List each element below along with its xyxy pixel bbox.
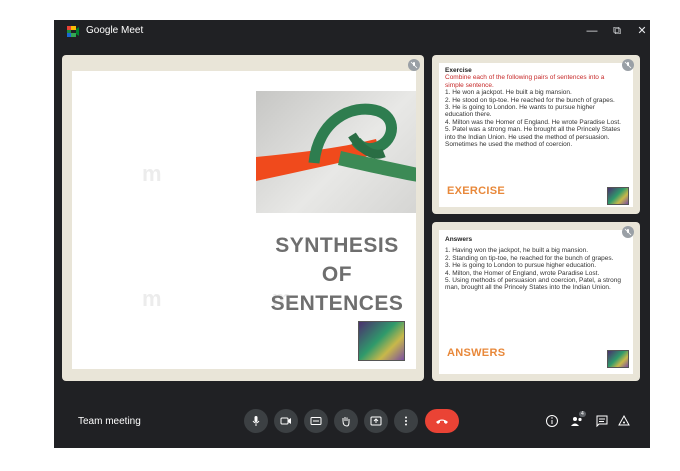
title-bar: Google Meet — ⧉ ✕ — [54, 20, 650, 44]
exercise-slide: Exercise Combine each of the following p… — [439, 63, 633, 207]
muted-mic-icon — [408, 59, 420, 71]
muted-mic-icon — [622, 59, 634, 71]
end-call-button[interactable] — [425, 409, 459, 433]
muted-mic-icon — [622, 226, 634, 238]
mic-icon — [252, 416, 260, 426]
exercise-label: EXERCISE — [447, 185, 506, 197]
participant-count-badge: 4 — [579, 411, 586, 417]
google-meet-logo-icon — [67, 26, 79, 37]
slide-decoration-image — [358, 321, 405, 361]
exercise-item: 2. He stood on tip-toe. He reached for t… — [445, 96, 615, 104]
exercise-tile[interactable]: Exercise Combine each of the following p… — [432, 55, 640, 214]
exercise-item: 4. Milton was the Homer of England. He w… — [445, 118, 621, 126]
exercise-text: Exercise Combine each of the following p… — [445, 67, 623, 155]
more-options-button[interactable] — [394, 409, 418, 433]
exercise-heading: Exercise — [445, 67, 472, 74]
slide-title-line: OF — [321, 263, 353, 286]
ribbon-photo — [256, 91, 416, 213]
exercise-item: 1. He won a jackpot. He built a big mans… — [445, 89, 572, 97]
captions-icon — [310, 417, 322, 425]
captions-button[interactable] — [304, 409, 328, 433]
minimize-button[interactable]: — — [584, 23, 600, 39]
end-call-icon — [436, 419, 448, 424]
answers-thumbnail-image — [607, 350, 629, 368]
app-title: Google Meet — [86, 25, 144, 36]
main-presentation-tile[interactable]: SYNTHESIS OF SENTENCES m m m — [62, 55, 424, 381]
raise-hand-icon — [342, 417, 350, 427]
camera-icon — [280, 417, 291, 425]
restore-button[interactable]: ⧉ — [609, 23, 625, 39]
meet-window: Google Meet — ⧉ ✕ SYNTHESIS OF SENTENCES… — [54, 20, 650, 448]
answer-item: 3. He is going to London to pursue highe… — [445, 262, 597, 270]
camera-button[interactable] — [274, 409, 298, 433]
exercise-item: 3. He is going to London. He wants to pu… — [445, 104, 595, 119]
answers-tile[interactable]: Answers 1. Having won the jackpot, he bu… — [432, 222, 640, 381]
more-options-icon — [405, 416, 407, 426]
meeting-name: Team meeting — [78, 416, 141, 427]
answer-item: 5. Using methods of persuasion and coerc… — [445, 277, 621, 292]
answer-item: 1. Having won the jackpot, he built a bi… — [445, 247, 589, 255]
slide-title-line: SYNTHESIS — [275, 234, 399, 257]
slide-title-line: SENTENCES — [270, 292, 404, 315]
raise-hand-button[interactable] — [334, 409, 358, 433]
info-icon[interactable] — [545, 414, 559, 428]
watermark-icon: m — [142, 286, 162, 311]
answer-item: 2. Standing on tip-toe, he reached for t… — [445, 254, 614, 262]
present-button[interactable] — [364, 409, 388, 433]
present-icon — [370, 416, 382, 426]
main-slide: SYNTHESIS OF SENTENCES m m m — [72, 71, 416, 369]
exercise-thumbnail-image — [607, 187, 629, 205]
close-button[interactable]: ✕ — [634, 23, 650, 39]
answers-heading: Answers — [445, 236, 473, 243]
watermark-icon: m — [142, 161, 162, 186]
exercise-instruction: Combine each of the following pairs of s… — [445, 74, 605, 89]
answers-text: Answers 1. Having won the jackpot, he bu… — [445, 236, 625, 292]
chat-icon[interactable] — [595, 414, 609, 428]
answer-item: 4. Milton, the Homer of England, wrote P… — [445, 269, 600, 277]
answers-label: ANSWERS — [447, 347, 506, 359]
activities-icon[interactable] — [617, 414, 631, 428]
exercise-item: 5. Patel was a strong man. He brought al… — [445, 126, 621, 149]
mic-button[interactable] — [244, 409, 268, 433]
watermark-icon: m — [272, 286, 292, 311]
ribbon-knot-image — [256, 103, 416, 182]
answers-slide: Answers 1. Having won the jackpot, he bu… — [439, 230, 633, 374]
slide-title: SYNTHESIS OF SENTENCES — [232, 231, 416, 318]
